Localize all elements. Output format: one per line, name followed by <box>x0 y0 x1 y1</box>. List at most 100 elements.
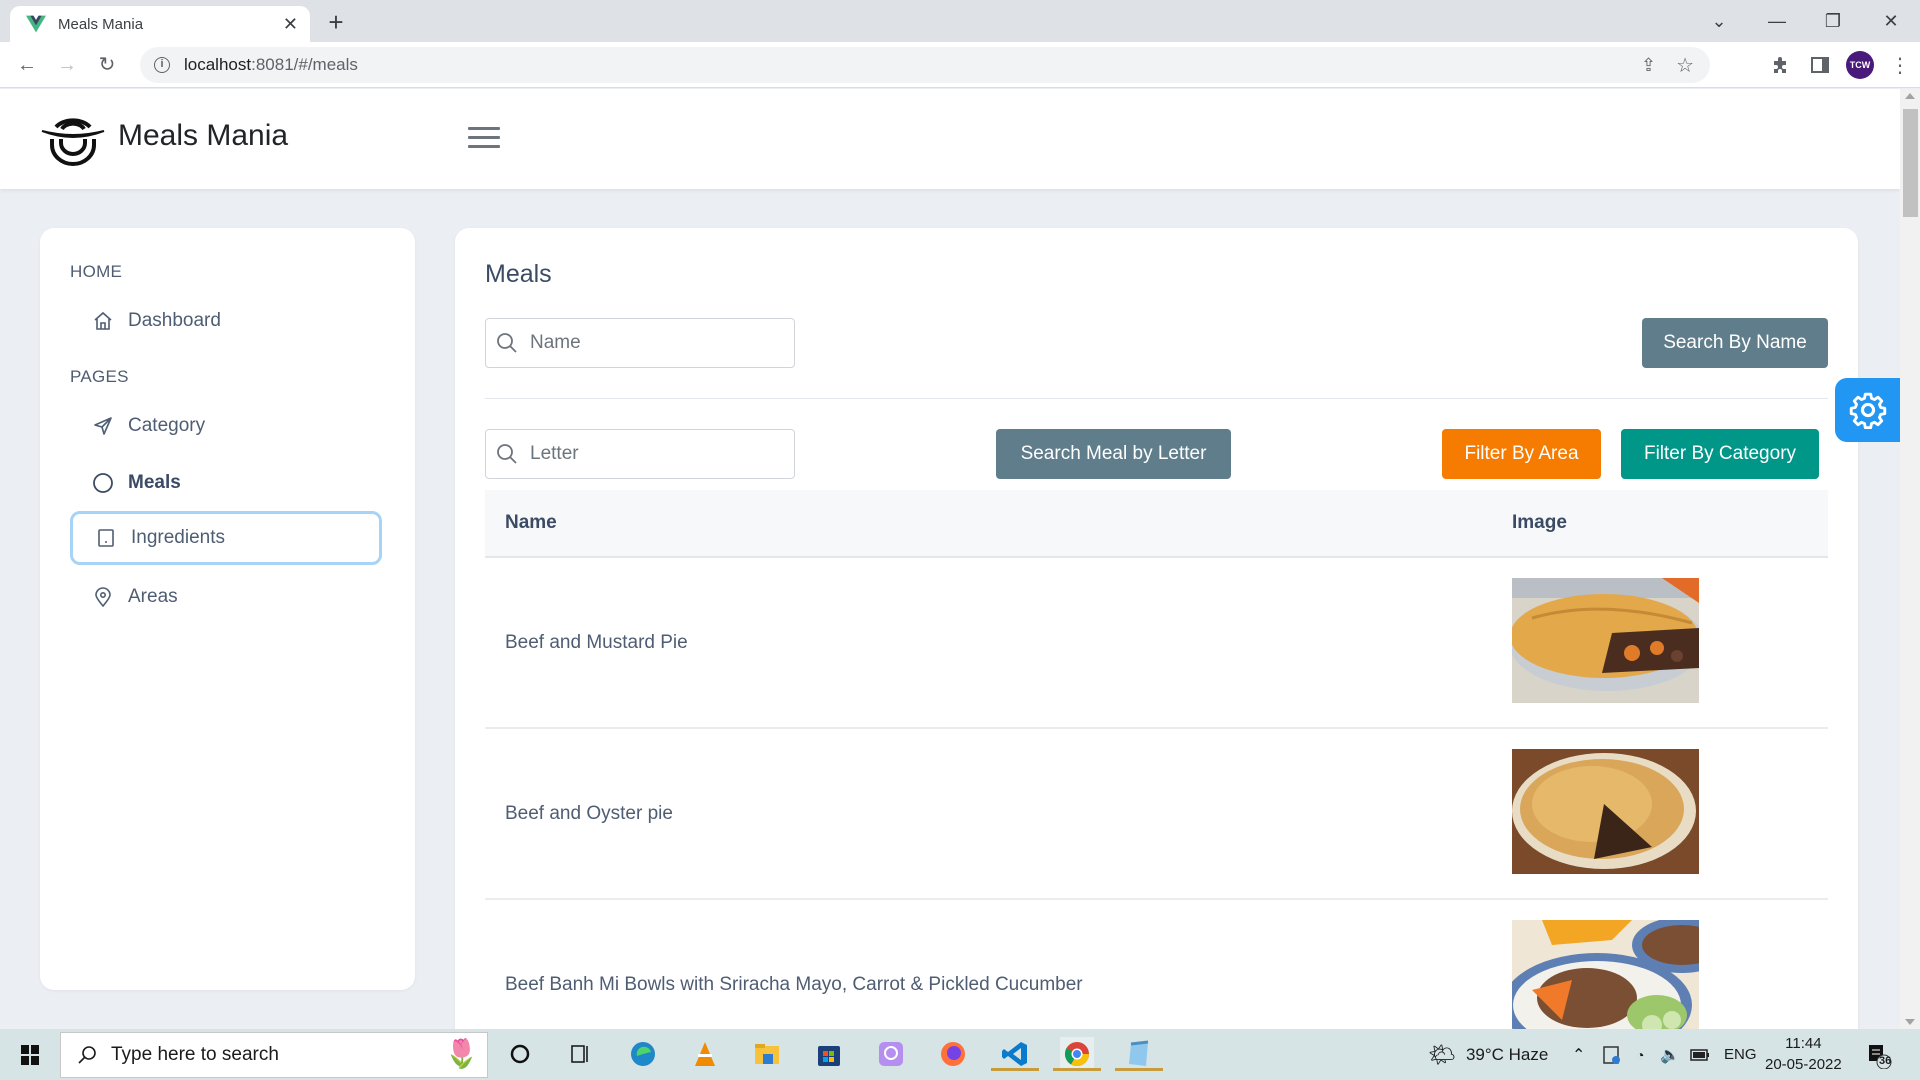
url-bar[interactable]: i localhost:8081/#/meals ⇪ ☆ <box>140 47 1710 83</box>
show-hidden-icons-chevron-icon[interactable]: ⌃ <box>1572 1029 1585 1080</box>
url-text: localhost:8081/#/meals <box>184 55 358 74</box>
sidebar-item-meals[interactable]: Meals <box>70 456 382 510</box>
photo-app-icon[interactable] <box>874 1037 908 1071</box>
sidebar-item-label: Ingredients <box>131 527 226 548</box>
chrome-menu-icon[interactable]: ⋮ <box>1880 48 1920 82</box>
beef-mustard-pie-photo <box>1512 578 1699 703</box>
battery-icon[interactable] <box>1690 1029 1710 1080</box>
vue-logo-icon <box>26 15 46 33</box>
sidebar-item-category[interactable]: Category <box>70 399 382 453</box>
minimize-button[interactable]: — <box>1752 0 1802 42</box>
restore-button[interactable]: ❐ <box>1808 0 1858 42</box>
column-header-image[interactable]: Image <box>1512 512 1567 534</box>
scroll-down-arrow-icon[interactable] <box>1905 1019 1915 1025</box>
name-input[interactable] <box>530 332 770 354</box>
cortana-icon[interactable] <box>503 1037 537 1071</box>
meet-now-icon[interactable] <box>1602 1029 1622 1080</box>
search-by-name-button[interactable]: Search By Name <box>1642 318 1828 368</box>
new-tab-button[interactable]: + <box>322 8 350 36</box>
chrome-icon[interactable] <box>1053 1037 1101 1071</box>
weather-widget[interactable]: 🌤 39°C Haze <box>1428 1029 1548 1080</box>
page-scrollbar[interactable] <box>1900 89 1920 1029</box>
microsoft-store-icon[interactable] <box>812 1037 846 1071</box>
taskbar-search-box[interactable]: Type here to search 🌷 <box>60 1032 488 1078</box>
bookmark-star-icon[interactable]: ☆ <box>1676 53 1694 78</box>
clock-time: 11:44 <box>1785 1035 1822 1052</box>
taskbar-search-placeholder: Type here to search <box>111 1044 279 1065</box>
wifi-icon[interactable]: ◔ <box>1636 1029 1644 1080</box>
search-icon <box>78 1046 96 1064</box>
tablet-icon <box>95 527 117 549</box>
table-row[interactable]: Beef and Oyster pie <box>485 729 1828 900</box>
sidebar-item-label: Areas <box>128 586 178 607</box>
browser-tab-strip: Meals Mania ✕ + ⌄ — ❐ ✕ <box>0 0 1920 42</box>
file-explorer-icon[interactable] <box>750 1037 784 1071</box>
brand-title[interactable]: Meals Mania <box>118 119 288 153</box>
sidebar-item-dashboard[interactable]: Dashboard <box>70 294 382 348</box>
site-info-icon[interactable]: i <box>154 57 170 73</box>
sidebar-section-pages: PAGES <box>70 367 129 386</box>
notification-count-badge: 36 <box>1879 1055 1892 1067</box>
circle-icon <box>92 472 114 494</box>
sidebar-item-ingredients[interactable]: Ingredients <box>70 511 382 565</box>
hamburger-menu-icon[interactable] <box>468 127 500 151</box>
windows-start-icon[interactable] <box>12 1041 48 1069</box>
forward-icon[interactable]: → <box>52 50 82 80</box>
sidebar-item-label: Category <box>128 415 206 436</box>
letter-search-field[interactable] <box>485 429 795 479</box>
close-tab-icon[interactable]: ✕ <box>283 14 298 35</box>
paper-plane-icon <box>92 415 114 437</box>
sidebar-section-home: HOME <box>70 262 123 281</box>
beef-oyster-pie-photo <box>1512 749 1699 874</box>
share-icon[interactable]: ⇪ <box>1641 55 1656 76</box>
profile-avatar[interactable]: TCW <box>1840 48 1880 82</box>
clock-date: 20-05-2022 <box>1765 1056 1842 1073</box>
close-window-button[interactable]: ✕ <box>1866 0 1916 42</box>
firefox-icon[interactable] <box>936 1037 970 1071</box>
gear-icon <box>1849 392 1886 429</box>
sun-haze-icon: 🌤 <box>1428 1041 1456 1067</box>
tab-title: Meals Mania <box>58 15 144 33</box>
sidebar-item-label: Dashboard <box>128 310 221 331</box>
volume-icon[interactable]: 🔈 <box>1660 1029 1680 1080</box>
divider <box>485 398 1828 399</box>
meals-card: Meals Search By Name Search Meal by Lett… <box>455 228 1858 1048</box>
side-panel-icon[interactable] <box>1800 48 1840 82</box>
reload-icon[interactable]: ↻ <box>92 50 122 80</box>
meal-name: Beef Banh Mi Bowls with Sriracha Mayo, C… <box>505 974 1083 995</box>
table-row[interactable]: Beef Banh Mi Bowls with Sriracha Mayo, C… <box>485 900 1828 1048</box>
meal-name: Beef and Mustard Pie <box>505 632 688 653</box>
tab-search-chevron-icon[interactable]: ⌄ <box>1694 0 1744 42</box>
table-header: Name Image <box>485 490 1828 558</box>
language-indicator[interactable]: ENG <box>1724 1029 1757 1080</box>
settings-gear-button[interactable] <box>1835 378 1900 442</box>
vlc-player-icon[interactable] <box>688 1037 722 1071</box>
task-view-icon[interactable] <box>563 1037 597 1071</box>
search-highlight-flower-icon: 🌷 <box>444 1038 479 1069</box>
search-icon <box>497 444 517 464</box>
name-search-field[interactable] <box>485 318 795 368</box>
browser-tab[interactable]: Meals Mania ✕ <box>10 6 310 42</box>
taskbar-clock[interactable]: 11:44 20-05-2022 <box>1765 1033 1842 1075</box>
notepad-icon[interactable] <box>1115 1037 1163 1071</box>
scroll-up-arrow-icon[interactable] <box>1905 93 1915 99</box>
edge-browser-icon[interactable] <box>626 1037 660 1071</box>
letter-input[interactable] <box>530 443 770 465</box>
filter-by-category-button[interactable]: Filter By Category <box>1621 429 1819 479</box>
page-title: Meals <box>485 260 552 288</box>
search-icon <box>497 333 517 353</box>
notification-center-button[interactable]: 36 <box>1866 1029 1892 1080</box>
search-meal-by-letter-button[interactable]: Search Meal by Letter <box>996 429 1231 479</box>
back-icon[interactable]: ← <box>12 50 42 80</box>
sidebar-item-label: Meals <box>128 472 181 493</box>
extensions-puzzle-icon[interactable] <box>1760 48 1800 82</box>
vscode-icon[interactable] <box>991 1037 1039 1071</box>
scrollbar-thumb[interactable] <box>1903 109 1918 217</box>
column-header-name[interactable]: Name <box>505 512 557 534</box>
filter-by-area-button[interactable]: Filter By Area <box>1442 429 1601 479</box>
weather-text: 39°C Haze <box>1465 1044 1549 1064</box>
location-pin-icon <box>92 586 114 608</box>
meal-name: Beef and Oyster pie <box>505 803 673 824</box>
sidebar-item-areas[interactable]: Areas <box>70 570 382 624</box>
table-row[interactable]: Beef and Mustard Pie <box>485 558 1828 729</box>
